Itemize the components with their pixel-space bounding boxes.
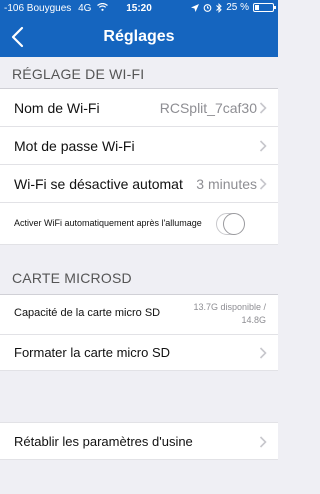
battery-level	[255, 5, 259, 10]
auto-wifi-row: Activer WiFi automatiquement après l'all…	[0, 203, 278, 245]
wifi-timeout-value: 3 minutes	[196, 176, 257, 192]
chevron-right-icon	[259, 347, 267, 359]
bluetooth-icon	[216, 2, 222, 13]
nav-bar: Réglages	[0, 18, 278, 57]
sd-capacity-row: Capacité de la carte micro SD 13.7G disp…	[0, 295, 278, 335]
wifi-password-label: Mot de passe Wi-Fi	[14, 138, 135, 154]
sd-capacity-line1: 13.7G disponible /	[193, 302, 266, 312]
wifi-timeout-label: Wi-Fi se désactive automat	[14, 176, 183, 192]
toggle-knob[interactable]	[223, 213, 245, 235]
section-header-wifi: RÉGLAGE DE WI-FI	[0, 57, 278, 89]
sd-capacity-label: Capacité de la carte micro SD	[14, 307, 161, 319]
sd-capacity-value: 13.7G disponible / 14.8G	[193, 301, 266, 327]
status-bar: -106 Bouygues 4G 15:20 25 %	[0, 0, 278, 18]
page-title: Réglages	[103, 28, 175, 45]
factory-reset-row[interactable]: Rétablir les paramètres d'usine	[0, 422, 278, 460]
battery-percent: 25 %	[226, 2, 249, 13]
wifi-name-value: RCSplit_7caf30	[159, 100, 257, 116]
header: -106 Bouygues 4G 15:20 25 % Réglages	[0, 0, 278, 57]
wifi-name-label: Nom de Wi-Fi	[14, 100, 100, 116]
sd-capacity-line2: 14.8G	[241, 315, 266, 325]
format-sd-label: Formater la carte micro SD	[14, 345, 171, 360]
chevron-right-icon	[259, 436, 267, 448]
battery-icon	[253, 3, 276, 12]
auto-wifi-label: Activer WiFi automatiquement après l'all…	[14, 218, 202, 228]
location-arrow-icon	[191, 3, 200, 12]
chevron-right-icon	[259, 140, 267, 152]
format-sd-row[interactable]: Formater la carte micro SD	[0, 335, 278, 371]
alarm-icon	[203, 4, 212, 12]
wifi-timeout-row[interactable]: Wi-Fi se désactive automat 3 minutes	[0, 165, 278, 203]
chevron-right-icon	[259, 102, 267, 114]
section-header-sd: CARTE MICROSD	[0, 245, 278, 295]
wifi-password-row[interactable]: Mot de passe Wi-Fi	[0, 127, 278, 165]
status-right: 25 %	[191, 2, 276, 13]
chevron-right-icon	[259, 178, 267, 190]
wifi-name-row[interactable]: Nom de Wi-Fi RCSplit_7caf30	[0, 89, 278, 127]
factory-reset-label: Rétablir les paramètres d'usine	[14, 434, 193, 449]
